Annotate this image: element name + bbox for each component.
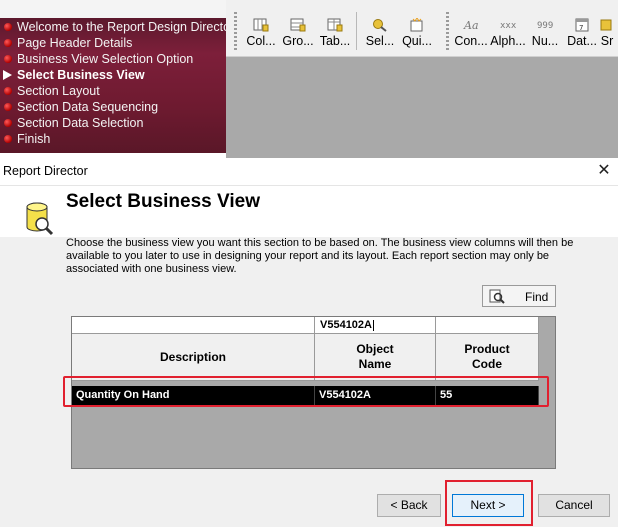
- wizard-step-select-bv[interactable]: Select Business View: [0, 67, 234, 83]
- close-icon[interactable]: ✕: [596, 161, 612, 181]
- cancel-button[interactable]: Cancel: [538, 494, 610, 517]
- step-bullet-icon: [4, 135, 12, 143]
- svg-text:7: 7: [579, 24, 583, 32]
- back-button[interactable]: < Back: [377, 494, 441, 517]
- find-button[interactable]: Find: [482, 285, 556, 307]
- filter-object-name-value: V554102A: [320, 319, 372, 331]
- design-toolbar: Col... Gro... Tab... Sel... Qui... Aa Co…: [226, 0, 618, 57]
- quick-button[interactable]: Qui...: [394, 10, 440, 54]
- alpha-icon: xxx: [500, 21, 516, 31]
- svg-text:xxx: xxx: [500, 21, 516, 31]
- wizard-step-page-header[interactable]: Page Header Details: [0, 35, 234, 51]
- tabular-icon: [327, 18, 343, 32]
- svg-text:999: 999: [537, 21, 553, 31]
- step-bullet-icon: [4, 119, 12, 127]
- date-icon: 7: [575, 18, 589, 32]
- step-bullet-icon: [4, 103, 12, 111]
- sr-icon: [600, 19, 612, 31]
- wizard-step-list: Welcome to the Report Design Director Pa…: [0, 19, 234, 147]
- wizard-step-finish[interactable]: Finish: [0, 131, 234, 147]
- step-bullet-icon: [4, 55, 12, 63]
- wizard-step-bv-option[interactable]: Business View Selection Option: [0, 51, 234, 67]
- svg-text:Aa: Aa: [463, 19, 479, 32]
- wizard-step-data-selection[interactable]: Section Data Selection: [0, 115, 234, 131]
- filter-product-code-input[interactable]: [436, 317, 539, 334]
- column-header-object-name[interactable]: Object Name: [315, 334, 436, 381]
- column-header-description[interactable]: Description: [72, 334, 315, 381]
- step-bullet-icon: [4, 87, 12, 95]
- select-icon: [373, 19, 387, 32]
- step-bullet-icon: [4, 23, 12, 31]
- constant-icon: Aa: [463, 19, 479, 32]
- steps-top-strip: [0, 0, 226, 18]
- wizard-step-welcome[interactable]: Welcome to the Report Design Director: [0, 19, 234, 35]
- page-title: Select Business View: [66, 191, 260, 212]
- step-bullet-icon: [4, 39, 12, 47]
- instructions-text: Choose the business view you want this s…: [66, 237, 574, 275]
- row-highlight-annotation: [63, 376, 549, 407]
- design-canvas-area: [226, 57, 618, 158]
- wizard-steps-panel: Welcome to the Report Design Director Pa…: [0, 0, 234, 153]
- filter-description-input[interactable]: [72, 317, 315, 334]
- column-header-product-code[interactable]: Product Code: [436, 334, 539, 381]
- sr-button[interactable]: Sr: [596, 10, 618, 54]
- wizard-step-section-layout[interactable]: Section Layout: [0, 83, 234, 99]
- dialog-header: Select Business View: [0, 186, 618, 237]
- dialog-title-bar: Report Director ✕: [0, 158, 618, 186]
- current-step-arrow-icon: [3, 70, 12, 80]
- numeric-icon: 999: [537, 21, 553, 31]
- next-highlight-annotation: [445, 480, 533, 526]
- toolbar-grip[interactable]: [234, 12, 237, 50]
- business-view-icon: [26, 202, 54, 236]
- find-icon: [489, 289, 505, 304]
- wizard-step-data-sequencing[interactable]: Section Data Sequencing: [0, 99, 234, 115]
- group-icon: [290, 18, 306, 32]
- quick-icon: [410, 18, 423, 32]
- tabular-section-button[interactable]: Tab...: [312, 10, 358, 54]
- filter-object-name-input[interactable]: V554102A: [315, 317, 436, 334]
- report-director-dialog: Report Director ✕ Select Business View C…: [0, 158, 618, 527]
- text-cursor: [373, 319, 374, 331]
- dialog-title: Report Director: [3, 164, 88, 178]
- columnar-icon: [253, 18, 269, 32]
